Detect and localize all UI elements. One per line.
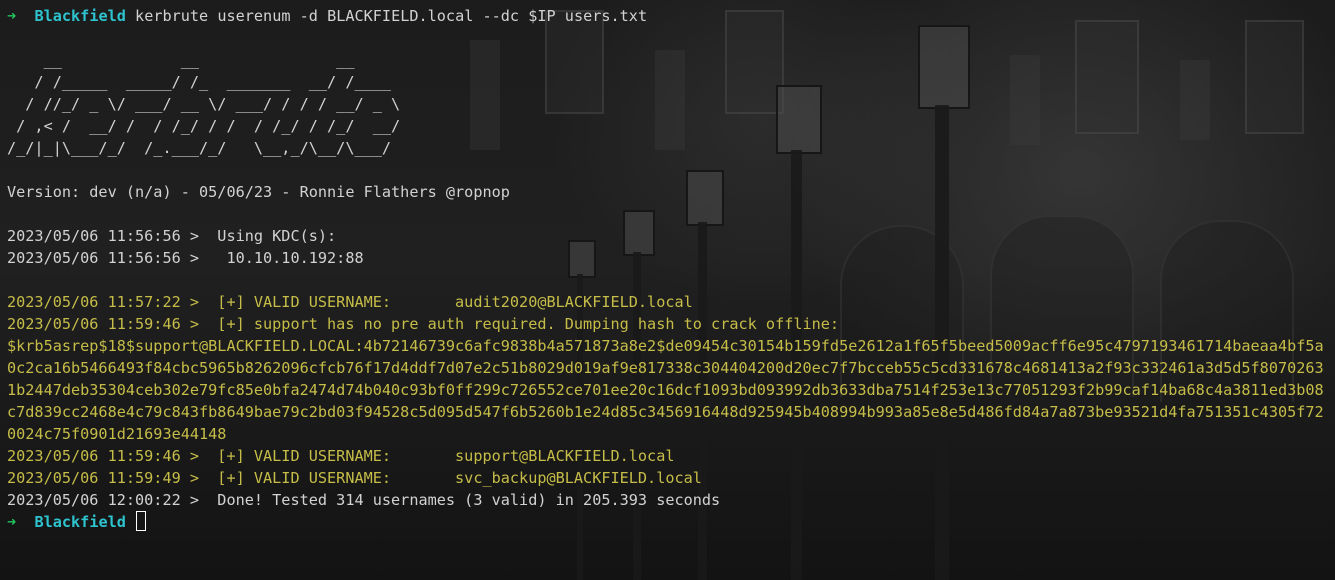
prompt-arrow-icon: ➜ [7,513,17,531]
result-line: 2023/05/06 11:59:46 > [+] VALID USERNAME… [7,447,675,465]
result-line: 2023/05/06 11:59:49 > [+] VALID USERNAME… [7,469,702,487]
kdc-line: 2023/05/06 11:56:56 > Using KDC(s): [7,227,337,245]
asrep-hash-block[interactable]: $krb5asrep$18$support@BLACKFIELD.LOCAL:4… [7,335,1329,445]
prompt-directory: Blackfield [34,7,126,25]
result-line: 2023/05/06 11:57:22 > [+] VALID USERNAME… [7,293,693,311]
ascii-banner-line: / ,< / __/ / / /_/ / / / /_/ / /_/ __/ [7,117,401,135]
prompt-arrow-icon: ➜ [7,7,17,25]
ascii-banner-line: / //_/ _ \/ ___/ __ \/ ___/ / / / __/ _ … [7,95,401,113]
ascii-banner-line: /_/|_|\___/_/ /_.___/_/ \__,_/\__/\___/ [7,139,401,157]
summary-line: 2023/05/06 12:00:22 > Done! Tested 314 u… [7,491,721,509]
prompt-directory: Blackfield [34,513,126,531]
active-prompt-line[interactable]: ➜ Blackfield [7,511,1329,533]
ascii-banner-line: __ __ __ [7,51,401,69]
text-cursor[interactable] [136,511,147,531]
terminal-output: ➜ Blackfield kerbrute userenum -d BLACKF… [7,5,1329,533]
version-line: Version: dev (n/a) - 05/06/23 - Ronnie F… [7,183,510,201]
terminal-window[interactable]: ➜ Blackfield kerbrute userenum -d BLACKF… [0,0,1335,580]
command-text: kerbrute userenum -d BLACKFIELD.local --… [135,7,648,25]
kdc-line: 2023/05/06 11:56:56 > 10.10.10.192:88 [7,249,364,267]
result-line: 2023/05/06 11:59:46 > [+] support has no… [7,315,840,333]
command-prompt-line: ➜ Blackfield kerbrute userenum -d BLACKF… [7,5,1329,27]
ascii-banner-line: / /_____ _____/ /_ _______ __/ /____ [7,73,401,91]
